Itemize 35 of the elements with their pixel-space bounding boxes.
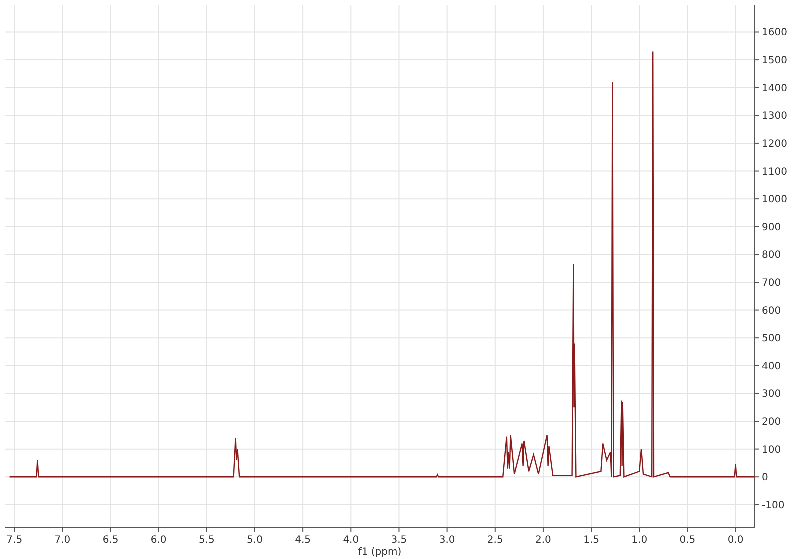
tick-label: 4.0 <box>343 535 360 546</box>
tick-label: 1200 <box>762 138 788 150</box>
tick-label: 2.5 <box>487 535 504 546</box>
tick-label: 1500 <box>762 56 788 67</box>
tick-label: 100 <box>762 444 782 456</box>
tick-label: 300 <box>762 389 782 400</box>
tick-label: 200 <box>762 417 782 428</box>
tick-label: 500 <box>762 334 782 345</box>
tick-label: 0.5 <box>680 535 696 546</box>
tick-label: 0 <box>762 472 768 484</box>
tick-label: 600 <box>762 306 782 317</box>
tick-label: 7.0 <box>54 535 71 546</box>
tick-label: 800 <box>762 250 782 262</box>
tick-label: 1.0 <box>632 535 648 546</box>
tick-label: 0.0 <box>728 535 744 546</box>
tick-label: 5.5 <box>198 535 215 546</box>
tick-label: 1600 <box>762 28 788 39</box>
axis-title: f1 (ppm) <box>358 547 402 558</box>
tick-label: 7.5 <box>6 535 23 546</box>
tick-label: 900 <box>762 222 782 234</box>
tick-label: 700 <box>762 278 782 289</box>
tick-label: 400 <box>762 361 782 372</box>
tick-label: 3.5 <box>391 535 408 546</box>
tick-label: 6.0 <box>150 535 167 546</box>
tick-label: 3.0 <box>439 535 456 546</box>
tick-label: 2.0 <box>536 535 552 546</box>
tick-label: 6.5 <box>102 535 119 546</box>
tick-label: 1000 <box>762 194 788 206</box>
tick-label: 5.0 <box>247 535 263 546</box>
tick-label: 1400 <box>762 83 788 94</box>
tick-label: -100 <box>762 500 785 512</box>
tick-label: 4.5 <box>295 535 312 546</box>
tick-label: 1.5 <box>584 535 600 546</box>
tick-label: 1300 <box>762 111 788 122</box>
tick-label: 1100 <box>762 166 788 178</box>
